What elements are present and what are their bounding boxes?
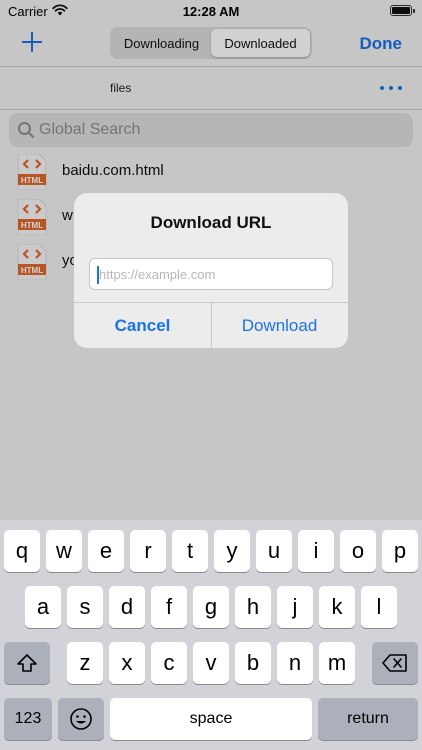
key-s[interactable]: s: [67, 586, 103, 628]
key-n[interactable]: n: [277, 642, 313, 684]
key-z[interactable]: z: [67, 642, 103, 684]
key-q[interactable]: q: [4, 530, 40, 572]
key-m[interactable]: m: [319, 642, 355, 684]
key-x[interactable]: x: [109, 642, 145, 684]
key-t[interactable]: t: [172, 530, 208, 572]
key-u[interactable]: u: [256, 530, 292, 572]
emoji-icon: [70, 708, 92, 730]
key-e[interactable]: e: [88, 530, 124, 572]
shift-icon: [17, 654, 37, 672]
key-g[interactable]: g: [193, 586, 229, 628]
download-button[interactable]: Download: [211, 303, 348, 348]
key-c[interactable]: c: [151, 642, 187, 684]
key-a[interactable]: a: [25, 586, 61, 628]
return-key[interactable]: return: [318, 698, 418, 740]
numbers-key[interactable]: 123: [4, 698, 52, 740]
key-k[interactable]: k: [319, 586, 355, 628]
key-v[interactable]: v: [193, 642, 229, 684]
url-input[interactable]: https://example.com: [89, 258, 333, 290]
key-h[interactable]: h: [235, 586, 271, 628]
key-y[interactable]: y: [214, 530, 250, 572]
key-d[interactable]: d: [109, 586, 145, 628]
keyboard: q w e r t y u i o p a s d f g h j k l z …: [0, 520, 422, 750]
dialog-title: Download URL: [150, 213, 272, 232]
url-input-placeholder: https://example.com: [99, 267, 216, 282]
space-key[interactable]: space: [110, 698, 312, 740]
backspace-key[interactable]: [372, 642, 418, 684]
shift-key[interactable]: [4, 642, 50, 684]
key-l[interactable]: l: [361, 586, 397, 628]
emoji-key[interactable]: [58, 698, 104, 740]
key-r[interactable]: r: [130, 530, 166, 572]
cancel-button[interactable]: Cancel: [74, 303, 211, 348]
key-f[interactable]: f: [151, 586, 187, 628]
key-p[interactable]: p: [382, 530, 418, 572]
key-j[interactable]: j: [277, 586, 313, 628]
key-o[interactable]: o: [340, 530, 376, 572]
download-url-dialog: Download URL https://example.com Cancel …: [74, 193, 348, 348]
backspace-icon: [382, 654, 407, 672]
key-w[interactable]: w: [46, 530, 82, 572]
key-b[interactable]: b: [235, 642, 271, 684]
key-i[interactable]: i: [298, 530, 334, 572]
app-screen: Carrier 12:28 AM Downloading Downloaded …: [0, 0, 422, 520]
